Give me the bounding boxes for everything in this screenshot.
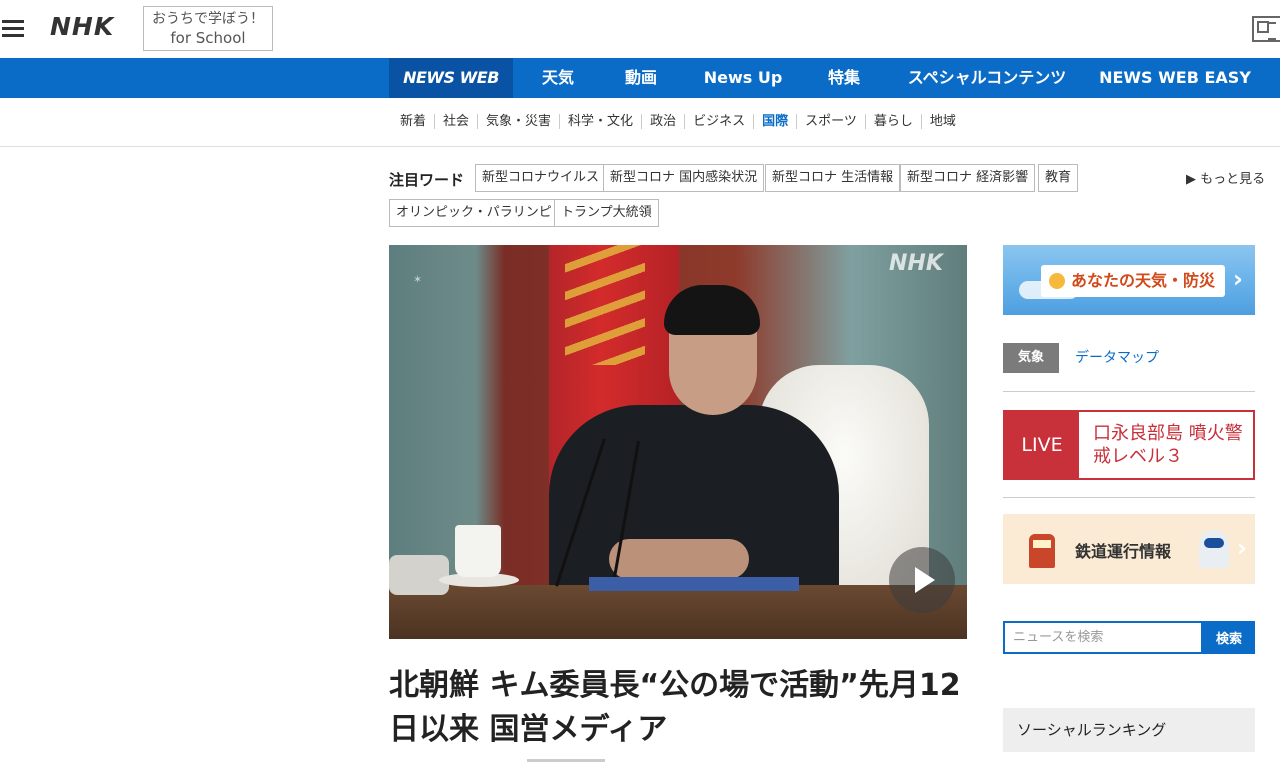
- cat-business[interactable]: ビジネス: [685, 114, 755, 129]
- trending-tag[interactable]: 新型コロナ 生活情報: [765, 164, 901, 192]
- more-link[interactable]: ▶ もっと見る: [1186, 168, 1265, 187]
- trending-tag[interactable]: 新型コロナ 国内感染状況: [603, 164, 765, 192]
- hands: [609, 539, 749, 579]
- main-nav: NEWS WEB 天気 動画 News Up 特集 スペシャルコンテンツ NEW…: [0, 58, 1280, 98]
- desk: [389, 585, 967, 639]
- train-info-label: 鉄道運行情報: [1075, 542, 1172, 561]
- trending-tag[interactable]: 新型コロナ 経済影響: [900, 164, 1036, 192]
- nav-features[interactable]: 特集: [804, 58, 884, 98]
- weather-badge: 気象: [1003, 343, 1059, 373]
- train-info-banner[interactable]: 鉄道運行情報 ›: [1003, 514, 1255, 584]
- channel-emblem-icon: ✶: [413, 273, 423, 286]
- search-button[interactable]: 検索: [1203, 621, 1255, 654]
- menu-icon[interactable]: [2, 16, 24, 40]
- chevron-right-icon: ›: [1233, 265, 1243, 293]
- desk-paper: [589, 577, 799, 591]
- train-icon: [1029, 534, 1055, 568]
- divider: [1003, 497, 1255, 498]
- weather-banner-label: あなたの天気・防災: [1041, 265, 1226, 297]
- social-ranking-header[interactable]: ソーシャルランキング: [1003, 708, 1255, 752]
- bullet-train-icon: [1199, 530, 1229, 568]
- nhk-watermark: NHK: [889, 251, 943, 276]
- cat-politics[interactable]: 政治: [642, 114, 686, 129]
- nav-news-web-easy[interactable]: NEWS WEB EASY: [1092, 58, 1258, 98]
- chevron-right-icon: ›: [1237, 534, 1247, 562]
- cat-sports[interactable]: スポーツ: [797, 114, 866, 129]
- cat-international[interactable]: 国際: [754, 114, 798, 129]
- nav-weather[interactable]: 天気: [518, 58, 598, 98]
- weather-disaster-banner[interactable]: あなたの天気・防災 ›: [1003, 245, 1255, 315]
- nav-news-web[interactable]: NEWS WEB: [389, 58, 513, 98]
- nav-news-up[interactable]: News Up: [690, 58, 796, 98]
- nav-video[interactable]: 動画: [600, 58, 682, 98]
- article-headline[interactable]: 北朝鮮 キム委員長“公の場で活動”先月12日以来 国営メディア: [389, 664, 969, 752]
- category-nav: 新着 社会 気象・災害 科学・文化 政治 ビジネス 国際 スポーツ 暮らし 地域: [0, 98, 1280, 147]
- live-banner[interactable]: LIVE 口永良部島 噴火警戒レベル３: [1003, 410, 1255, 480]
- cat-science-culture[interactable]: 科学・文化: [560, 114, 643, 129]
- trending-tag[interactable]: トランプ大統領: [554, 199, 659, 227]
- cat-weather-disaster[interactable]: 気象・災害: [478, 114, 561, 129]
- main-video-thumbnail[interactable]: ✶ NHK: [389, 245, 967, 639]
- divider: [1003, 391, 1255, 392]
- cat-new[interactable]: 新着: [392, 114, 436, 129]
- live-text: 口永良部島 噴火警戒レベル３: [1093, 423, 1243, 467]
- for-school-link[interactable]: おうちで学ぼう！ for School: [143, 6, 273, 51]
- flag-decoration: [565, 245, 645, 365]
- trending-tag[interactable]: 教育: [1038, 164, 1079, 192]
- news-search-input[interactable]: [1003, 621, 1203, 654]
- school-label-line2: for School: [170, 29, 246, 47]
- top-header: NHK おうちで学ぼう！ for School: [0, 0, 1280, 58]
- sun-icon: [1049, 273, 1065, 289]
- play-icon[interactable]: [889, 547, 955, 613]
- cat-society[interactable]: 社会: [435, 114, 479, 129]
- cat-life[interactable]: 暮らし: [866, 114, 922, 129]
- cat-region[interactable]: 地域: [922, 114, 964, 129]
- data-map-link[interactable]: データマップ: [1075, 347, 1159, 367]
- trending-tag[interactable]: 新型コロナウイルス: [475, 164, 607, 192]
- trending-label: 注目ワード: [389, 171, 465, 189]
- tea-cup: [455, 525, 501, 577]
- nav-special-contents[interactable]: スペシャルコンテンツ: [892, 58, 1082, 98]
- school-label-line1: おうちで学ぼう！: [152, 11, 264, 27]
- telephone: [389, 555, 449, 595]
- live-label: LIVE: [1005, 412, 1079, 478]
- nhk-logo[interactable]: NHK: [50, 12, 114, 41]
- reader-icon[interactable]: [1252, 16, 1280, 42]
